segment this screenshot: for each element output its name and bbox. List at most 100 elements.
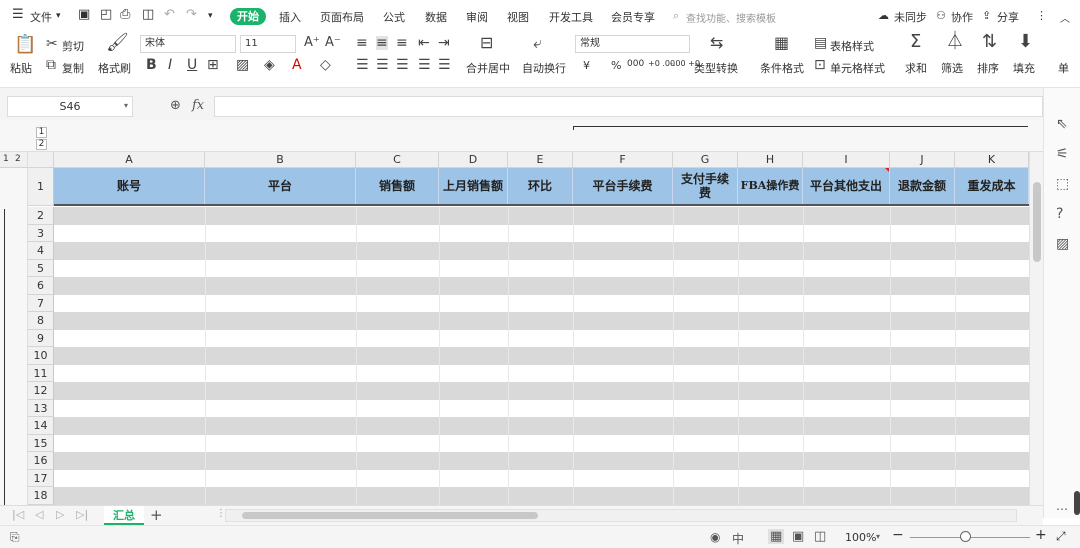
page-break-view-icon[interactable]: ◫ [814, 529, 826, 544]
align-left-icon[interactable]: ☰ [356, 58, 369, 72]
row-header[interactable]: 7 [28, 294, 54, 312]
tab-developer[interactable]: 开发工具 [549, 9, 593, 25]
panel-scroll-thumb[interactable] [1074, 491, 1080, 515]
tab-formulas[interactable]: 公式 [383, 9, 405, 25]
number-format-select[interactable]: 常规 [575, 35, 690, 53]
table-row[interactable] [54, 277, 1029, 295]
justify-icon[interactable]: ☰ [418, 58, 431, 72]
table-row[interactable] [54, 312, 1029, 330]
search-input[interactable]: 查找功能、搜索模板 [686, 10, 776, 25]
table-style-button[interactable]: 表格样式 [830, 38, 874, 54]
conditional-format-button[interactable]: 条件格式 [760, 60, 804, 76]
collapse-ribbon-icon[interactable]: ︿ [1060, 10, 1070, 25]
tab-member[interactable]: 会员专享 [611, 9, 655, 25]
share-button[interactable]: 分享 [997, 9, 1019, 25]
table-row[interactable] [54, 364, 1029, 382]
zoom-in-icon[interactable]: + [1035, 527, 1047, 543]
column-header-a[interactable]: A [54, 152, 205, 168]
select-all-corner[interactable] [28, 152, 54, 168]
sheet-tab-summary[interactable]: 汇总 [104, 506, 144, 525]
header-resend-cost[interactable]: 重发成本 [955, 168, 1029, 204]
tab-data[interactable]: 数据 [425, 9, 447, 25]
vertical-scrollbar[interactable] [1029, 152, 1043, 505]
crop-frame-icon[interactable]: ⬚ [1056, 176, 1069, 192]
merge-center-button[interactable]: 合并居中 [466, 60, 510, 76]
image-edit-icon[interactable]: ▨ [1056, 236, 1069, 252]
align-bottom-icon[interactable]: ≡ [396, 36, 408, 50]
export-pdf-icon[interactable]: ◰ [100, 7, 112, 22]
prev-sheet-icon[interactable]: ◁ [35, 508, 43, 521]
horizontal-scroll-thumb[interactable] [242, 512, 538, 519]
header-sales[interactable]: 销售额 [356, 168, 439, 204]
table-row[interactable] [54, 399, 1029, 417]
save-icon[interactable]: ▣ [78, 7, 90, 22]
align-center-icon[interactable]: ☰ [376, 58, 389, 72]
wrap-text-icon[interactable]: ⤶ [533, 35, 542, 51]
format-painter-icon[interactable]: 🖌 [106, 34, 129, 52]
clear-format-icon[interactable]: ◇ [320, 58, 331, 72]
percent-button[interactable]: % [611, 59, 621, 72]
zoom-dropdown-icon[interactable]: ▾ [876, 532, 880, 541]
row-header[interactable]: 18 [28, 487, 54, 505]
filter-icon[interactable]: ⏃ [946, 33, 964, 51]
formula-input[interactable] [214, 96, 1043, 117]
italic-icon[interactable]: I [168, 58, 172, 72]
row-outline-level-1[interactable]: 1 [3, 154, 9, 164]
row-header[interactable]: 14 [28, 417, 54, 435]
distributed-icon[interactable]: ☰ [438, 58, 451, 72]
normal-view-icon[interactable]: ▦ [768, 529, 785, 544]
print-preview-icon[interactable]: ◫ [142, 7, 154, 22]
horizontal-scrollbar[interactable] [225, 509, 1017, 522]
row-header[interactable]: 6 [28, 277, 54, 295]
header-refund[interactable]: 退款金额 [890, 168, 955, 204]
column-header-b[interactable]: B [205, 152, 356, 168]
row-header[interactable]: 3 [28, 224, 54, 242]
table-row[interactable] [54, 224, 1029, 242]
decrease-font-icon[interactable]: A⁻ [325, 36, 341, 50]
align-top-icon[interactable]: ≡ [356, 36, 368, 50]
font-name-select[interactable]: 宋体 [140, 35, 236, 53]
quick-access-dropdown-icon[interactable]: ▾ [208, 11, 213, 21]
hamburger-icon[interactable]: ☰ [12, 7, 24, 22]
row-header[interactable]: 12 [28, 382, 54, 400]
cell-style-button[interactable]: 单元格样式 [830, 60, 885, 76]
zoom-slider-knob[interactable] [960, 531, 971, 542]
cell-fill-icon[interactable]: ▨ [236, 58, 249, 72]
header-payment-fee[interactable]: 支付手续费 [673, 168, 738, 204]
table-row[interactable] [54, 242, 1029, 260]
help-icon[interactable]: ? [1056, 206, 1063, 222]
cut-button[interactable]: 剪切 [62, 38, 84, 54]
row-header[interactable]: 5 [28, 259, 54, 277]
merge-center-icon[interactable]: ⊟ [480, 35, 493, 51]
thousands-button[interactable]: 000 [627, 59, 644, 69]
table-row[interactable] [54, 487, 1029, 505]
tab-home[interactable]: 开始 [230, 8, 266, 25]
header-last-month-sales[interactable]: 上月销售额 [439, 168, 508, 204]
fill-icon[interactable]: ⬇ [1018, 33, 1033, 51]
row-header[interactable]: 9 [28, 329, 54, 347]
font-size-select[interactable]: 11 [240, 35, 296, 53]
table-row[interactable] [54, 469, 1029, 487]
outline-level-1-button[interactable]: 1 [36, 127, 47, 138]
align-right-icon[interactable]: ☰ [396, 58, 409, 72]
sort-button[interactable]: 排序 [977, 60, 999, 76]
table-row[interactable] [54, 207, 1029, 225]
currency-button[interactable]: ¥ [583, 59, 590, 72]
type-convert-icon[interactable]: ⇆ [710, 35, 723, 51]
name-box-dropdown-icon[interactable]: ▾ [124, 101, 128, 110]
header-fba-fee[interactable]: FBA操作费 [738, 168, 803, 204]
row-header[interactable]: 8 [28, 312, 54, 330]
filter-button[interactable]: 筛选 [941, 60, 963, 76]
sync-status[interactable]: 未同步 [894, 9, 927, 25]
font-color-icon[interactable]: A [292, 58, 302, 72]
zoom-level[interactable]: 100% [845, 531, 876, 544]
column-header-f[interactable]: F [573, 152, 673, 168]
macro-record-icon[interactable]: ⎘ [10, 530, 20, 545]
column-header-h[interactable]: H [738, 152, 803, 168]
sum-button[interactable]: 求和 [905, 60, 927, 76]
increase-font-icon[interactable]: A⁺ [304, 36, 320, 50]
name-box[interactable]: S46 [7, 96, 133, 117]
outline-level-2-button[interactable]: 2 [36, 139, 47, 150]
underline-icon[interactable]: U [187, 58, 197, 72]
tab-insert[interactable]: 插入 [279, 9, 301, 25]
